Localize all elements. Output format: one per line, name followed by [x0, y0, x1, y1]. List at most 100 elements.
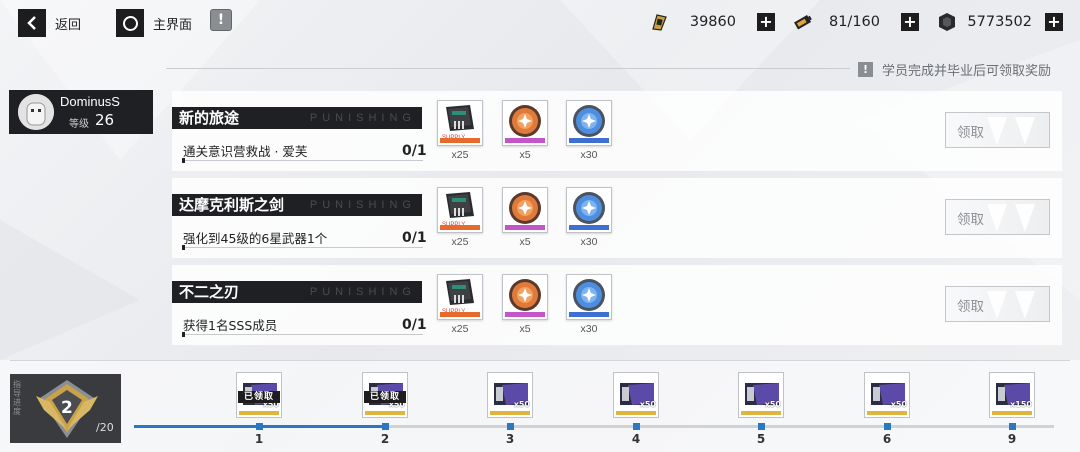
claim-button[interactable]: 领取	[945, 286, 1050, 322]
reward-item[interactable]: x5	[502, 274, 548, 335]
track-reward-quantity: x50	[639, 400, 656, 409]
blue-coin-icon	[566, 187, 612, 233]
back-label: 返回	[55, 17, 82, 33]
track-node	[633, 423, 640, 430]
blue-coin-icon	[566, 274, 612, 320]
track-node-label: 1	[254, 432, 264, 446]
reward-item[interactable]: x30	[566, 100, 612, 161]
reward-item[interactable]: SUPPLY x25	[437, 187, 483, 248]
task-title-bar: 新的旅途 PUNISHING	[172, 107, 422, 129]
resource-gold-tickets	[648, 12, 670, 32]
rank-current: 2	[61, 398, 73, 418]
task-progress: 0/1	[402, 143, 427, 159]
player-card[interactable]: DominusS 等级 26	[9, 90, 153, 134]
coin-count: 5773502	[967, 14, 1032, 30]
orange-coin-icon	[502, 187, 548, 233]
claim-button[interactable]: 领取	[945, 112, 1050, 148]
reward-quantity: x25	[451, 236, 469, 248]
reward-item[interactable]: SUPPLY x25	[437, 274, 483, 335]
reward-quantity: x30	[580, 236, 598, 248]
track-reward-7[interactable]: x150	[989, 372, 1035, 418]
home-ring-icon	[116, 9, 144, 37]
task-title: 不二之刃	[179, 283, 240, 301]
progress-track-panel	[0, 360, 1080, 452]
task-progress: 0/1	[402, 317, 427, 333]
track-node-label: 5	[756, 432, 766, 446]
track-node	[758, 423, 765, 430]
reward-item[interactable]: x5	[502, 100, 548, 161]
stamina-count: 81/160	[828, 14, 880, 30]
track-node-label: 2	[380, 432, 390, 446]
mentor-rank-badge: 指导进度 2 /20	[10, 374, 121, 443]
reward-quantity: x5	[519, 323, 531, 335]
task-progress-line	[182, 245, 423, 250]
track-reward-3[interactable]: x50	[487, 372, 533, 418]
reward-quantity: x25	[451, 149, 469, 161]
track-reward-6[interactable]: x50	[864, 372, 910, 418]
stamina-battery-icon	[792, 12, 814, 32]
add-stamina-button[interactable]: +	[901, 13, 919, 31]
info-button[interactable]: !	[210, 9, 232, 31]
track-reward-4[interactable]: x50	[613, 372, 659, 418]
track-node-label: 4	[631, 432, 641, 446]
home-button[interactable]: 主界面	[116, 9, 192, 37]
notice-divider	[166, 68, 850, 69]
reward-item[interactable]: x30	[566, 187, 612, 248]
add-gold-ticket-button[interactable]: +	[757, 13, 775, 31]
punishing-watermark: PUNISHING	[309, 286, 416, 298]
chevron-left-icon	[18, 9, 46, 37]
supply-chip-icon: SUPPLY	[437, 100, 483, 146]
track-node	[884, 423, 891, 430]
task-row: 新的旅途 PUNISHING 通关意识营救战 · 爱芙 0/1 SUPPLY x25 x5 x…	[172, 91, 1062, 171]
rank-max: /20	[96, 421, 114, 434]
supply-chip-icon: SUPPLY	[437, 274, 483, 320]
back-button[interactable]: 返回	[18, 9, 81, 37]
track-node-label: 6	[882, 432, 892, 446]
reward-quantity: x25	[451, 323, 469, 335]
track-node	[1009, 423, 1016, 430]
track-reward-5[interactable]: x50	[738, 372, 784, 418]
coin-icon	[936, 12, 958, 32]
rank-vertical-label: 指导进度	[13, 380, 21, 416]
notice-text: 学员完成并毕业后可领取奖励	[882, 64, 1052, 79]
gold-ticket-count: 39860	[689, 14, 736, 30]
track-node	[382, 423, 389, 430]
home-label: 主界面	[153, 17, 193, 33]
task-description: 获得1名SSS成员	[183, 318, 278, 333]
task-row: 达摩克利斯之剑 PUNISHING 强化到45级的6星武器1个 0/1 SUPPLY x2…	[172, 178, 1062, 258]
task-title: 达摩克利斯之剑	[179, 196, 285, 214]
track-node-label: 9	[1007, 432, 1017, 446]
track-reward-1[interactable]: x50 已领取	[236, 372, 282, 418]
punishing-watermark: PUNISHING	[309, 112, 416, 124]
graduation-notice: ! 学员完成并毕业后可领取奖励	[858, 60, 1051, 79]
task-progress-line	[182, 332, 423, 337]
player-name: DominusS	[60, 94, 120, 109]
track-reward-2[interactable]: x50 已领取	[362, 372, 408, 418]
resource-stamina	[792, 12, 814, 32]
claimed-badge: 已领取	[364, 391, 406, 403]
task-description: 强化到45级的6星武器1个	[183, 231, 328, 246]
orange-coin-icon	[502, 274, 548, 320]
reward-item[interactable]: SUPPLY x25	[437, 100, 483, 161]
task-title: 新的旅途	[179, 109, 240, 127]
track-reward-quantity: x50	[764, 400, 781, 409]
claim-button[interactable]: 领取	[945, 199, 1050, 235]
task-description: 通关意识营救战 · 爱芙	[183, 144, 308, 159]
reward-quantity: x5	[519, 236, 531, 248]
track-node-label: 3	[505, 432, 515, 446]
blue-coin-icon	[566, 100, 612, 146]
resource-coins	[936, 12, 958, 32]
reward-quantity: x30	[580, 149, 598, 161]
info-icon: !	[858, 62, 873, 77]
supply-chip-icon: SUPPLY	[437, 187, 483, 233]
reward-quantity: x30	[580, 323, 598, 335]
track-reward-quantity: x150	[1010, 400, 1032, 409]
task-progress-line	[182, 158, 423, 163]
track-reward-quantity: x50	[513, 400, 530, 409]
reward-item[interactable]: x30	[566, 274, 612, 335]
reward-item[interactable]: x5	[502, 187, 548, 248]
add-coin-button[interactable]: +	[1045, 13, 1063, 31]
track-node	[507, 423, 514, 430]
level-label: 等级	[69, 119, 89, 130]
punishing-watermark: PUNISHING	[309, 199, 416, 211]
